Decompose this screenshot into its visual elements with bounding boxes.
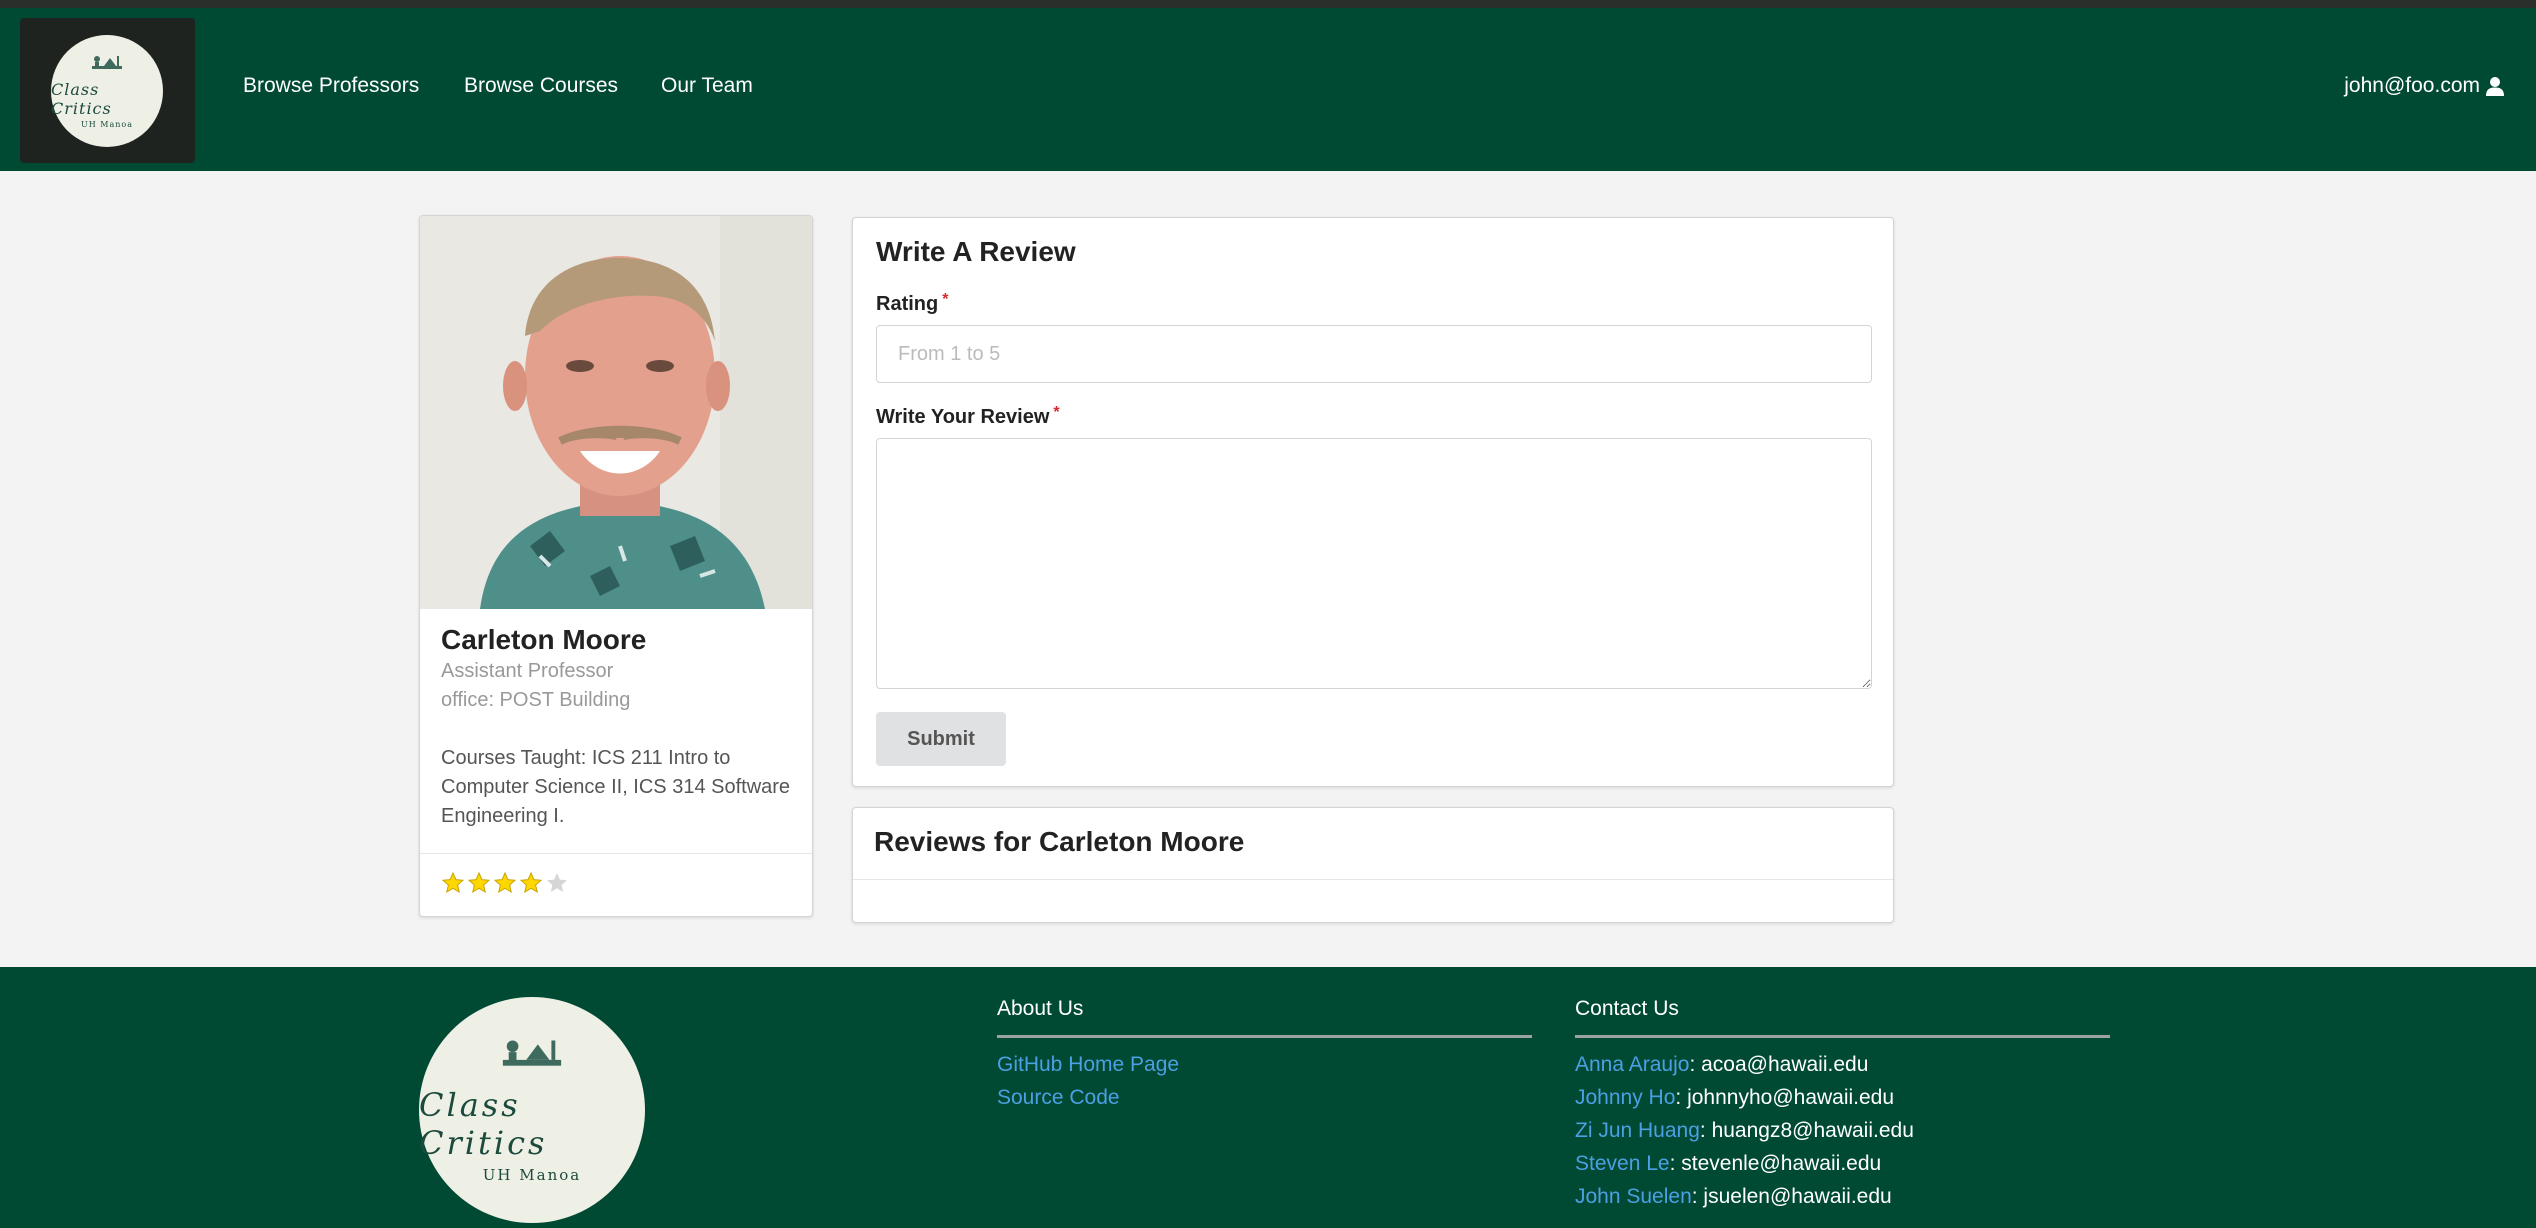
footer-logo-subtitle: UH Manoa xyxy=(482,1166,582,1184)
navbar: Class Critics UH Manoa Browse Professors… xyxy=(0,8,2536,171)
nav-our-team[interactable]: Our Team xyxy=(661,74,753,98)
reviews-divider xyxy=(853,879,1893,880)
contact-item: Steven Le: stevenle@hawaii.edu xyxy=(1575,1152,1881,1176)
about-heading: About Us xyxy=(997,997,1084,1020)
contact-name-link[interactable]: John Suelen xyxy=(1575,1185,1692,1208)
review-form-title: Write A Review xyxy=(876,236,1076,267)
contact-heading: Contact Us xyxy=(1575,997,1679,1020)
card-divider xyxy=(420,853,812,854)
contact-name-link[interactable]: Steven Le xyxy=(1575,1152,1670,1175)
logo: Class Critics UH Manoa xyxy=(51,35,163,147)
professor-office: office: POST Building xyxy=(441,689,631,711)
rating-input[interactable] xyxy=(876,325,1872,383)
class-critics-logo-icon xyxy=(92,55,122,69)
logo-link[interactable]: Class Critics UH Manoa xyxy=(20,18,195,163)
user-menu[interactable]: john@foo.com xyxy=(2344,74,2506,98)
user-email: john@foo.com xyxy=(2344,74,2480,97)
required-mark: * xyxy=(942,291,949,308)
contact-item: John Suelen: jsuelen@hawaii.edu xyxy=(1575,1185,1892,1209)
contact-email: : huangz8@hawaii.edu xyxy=(1699,1119,1914,1142)
submit-button[interactable]: Submit xyxy=(876,712,1006,766)
professor-name: Carleton Moore xyxy=(441,624,647,655)
professor-title: Assistant Professor xyxy=(441,660,614,682)
contact-name-link[interactable]: Anna Araujo xyxy=(1575,1053,1689,1076)
professor-courses: Courses Taught: ICS 211 Intro to Compute… xyxy=(441,747,791,827)
nav-browse-professors[interactable]: Browse Professors xyxy=(243,74,419,98)
contact-name-link[interactable]: Zi Jun Huang xyxy=(1575,1119,1700,1142)
reviews-section: Reviews for Carleton Moore xyxy=(852,807,1894,923)
contact-email: : acoa@hawaii.edu xyxy=(1689,1053,1869,1076)
about-divider xyxy=(997,1035,1532,1038)
logo-subtitle: UH Manoa xyxy=(81,119,133,129)
review-label-text: Write Your Review xyxy=(876,406,1050,428)
review-form: Write A Review Rating* Write Your Review… xyxy=(852,217,1894,787)
review-textarea[interactable] xyxy=(876,438,1872,689)
footer-logo: Class Critics UH Manoa xyxy=(419,997,645,1223)
rating-label: Rating * xyxy=(876,291,949,316)
nav-browse-courses[interactable]: Browse Courses xyxy=(464,74,618,98)
professor-photo xyxy=(420,216,812,609)
contact-item: Zi Jun Huang: huangz8@hawaii.edu xyxy=(1575,1119,1914,1143)
rating-label-text: Rating xyxy=(876,293,939,315)
star-empty-icon xyxy=(547,873,567,892)
professor-rating xyxy=(441,871,569,895)
footer-logo-title: Class Critics xyxy=(419,1086,548,1162)
contact-email: : stevenle@hawaii.edu xyxy=(1669,1152,1882,1175)
star-filled-icon xyxy=(493,871,517,894)
contact-email: : johnnyho@hawaii.edu xyxy=(1675,1086,1895,1109)
star-filled-icon xyxy=(467,871,491,894)
footer: Class Critics UH Manoa About Us GitHub H… xyxy=(0,967,2536,1228)
top-strip xyxy=(0,0,2536,8)
source-code-link[interactable]: Source Code xyxy=(997,1086,1120,1110)
review-label: Write Your Review * xyxy=(876,404,1060,429)
required-mark: * xyxy=(1053,404,1060,421)
contact-name-link[interactable]: Johnny Ho xyxy=(1575,1086,1675,1109)
professor-card: Carleton Moore Assistant Professor offic… xyxy=(419,215,813,917)
contact-item: Johnny Ho: johnnyho@hawaii.edu xyxy=(1575,1086,1894,1110)
github-home-link[interactable]: GitHub Home Page xyxy=(997,1053,1179,1077)
contact-divider xyxy=(1575,1035,2110,1038)
contact-email: : jsuelen@hawaii.edu xyxy=(1691,1185,1892,1208)
user-icon xyxy=(2486,77,2504,96)
logo-title: Class Critics xyxy=(51,79,112,118)
class-critics-logo-icon xyxy=(502,1040,562,1066)
contact-item: Anna Araujo: acoa@hawaii.edu xyxy=(1575,1053,1868,1077)
star-filled-icon xyxy=(441,871,465,894)
reviews-title: Reviews for Carleton Moore xyxy=(874,826,1245,857)
star-filled-icon xyxy=(519,871,543,894)
